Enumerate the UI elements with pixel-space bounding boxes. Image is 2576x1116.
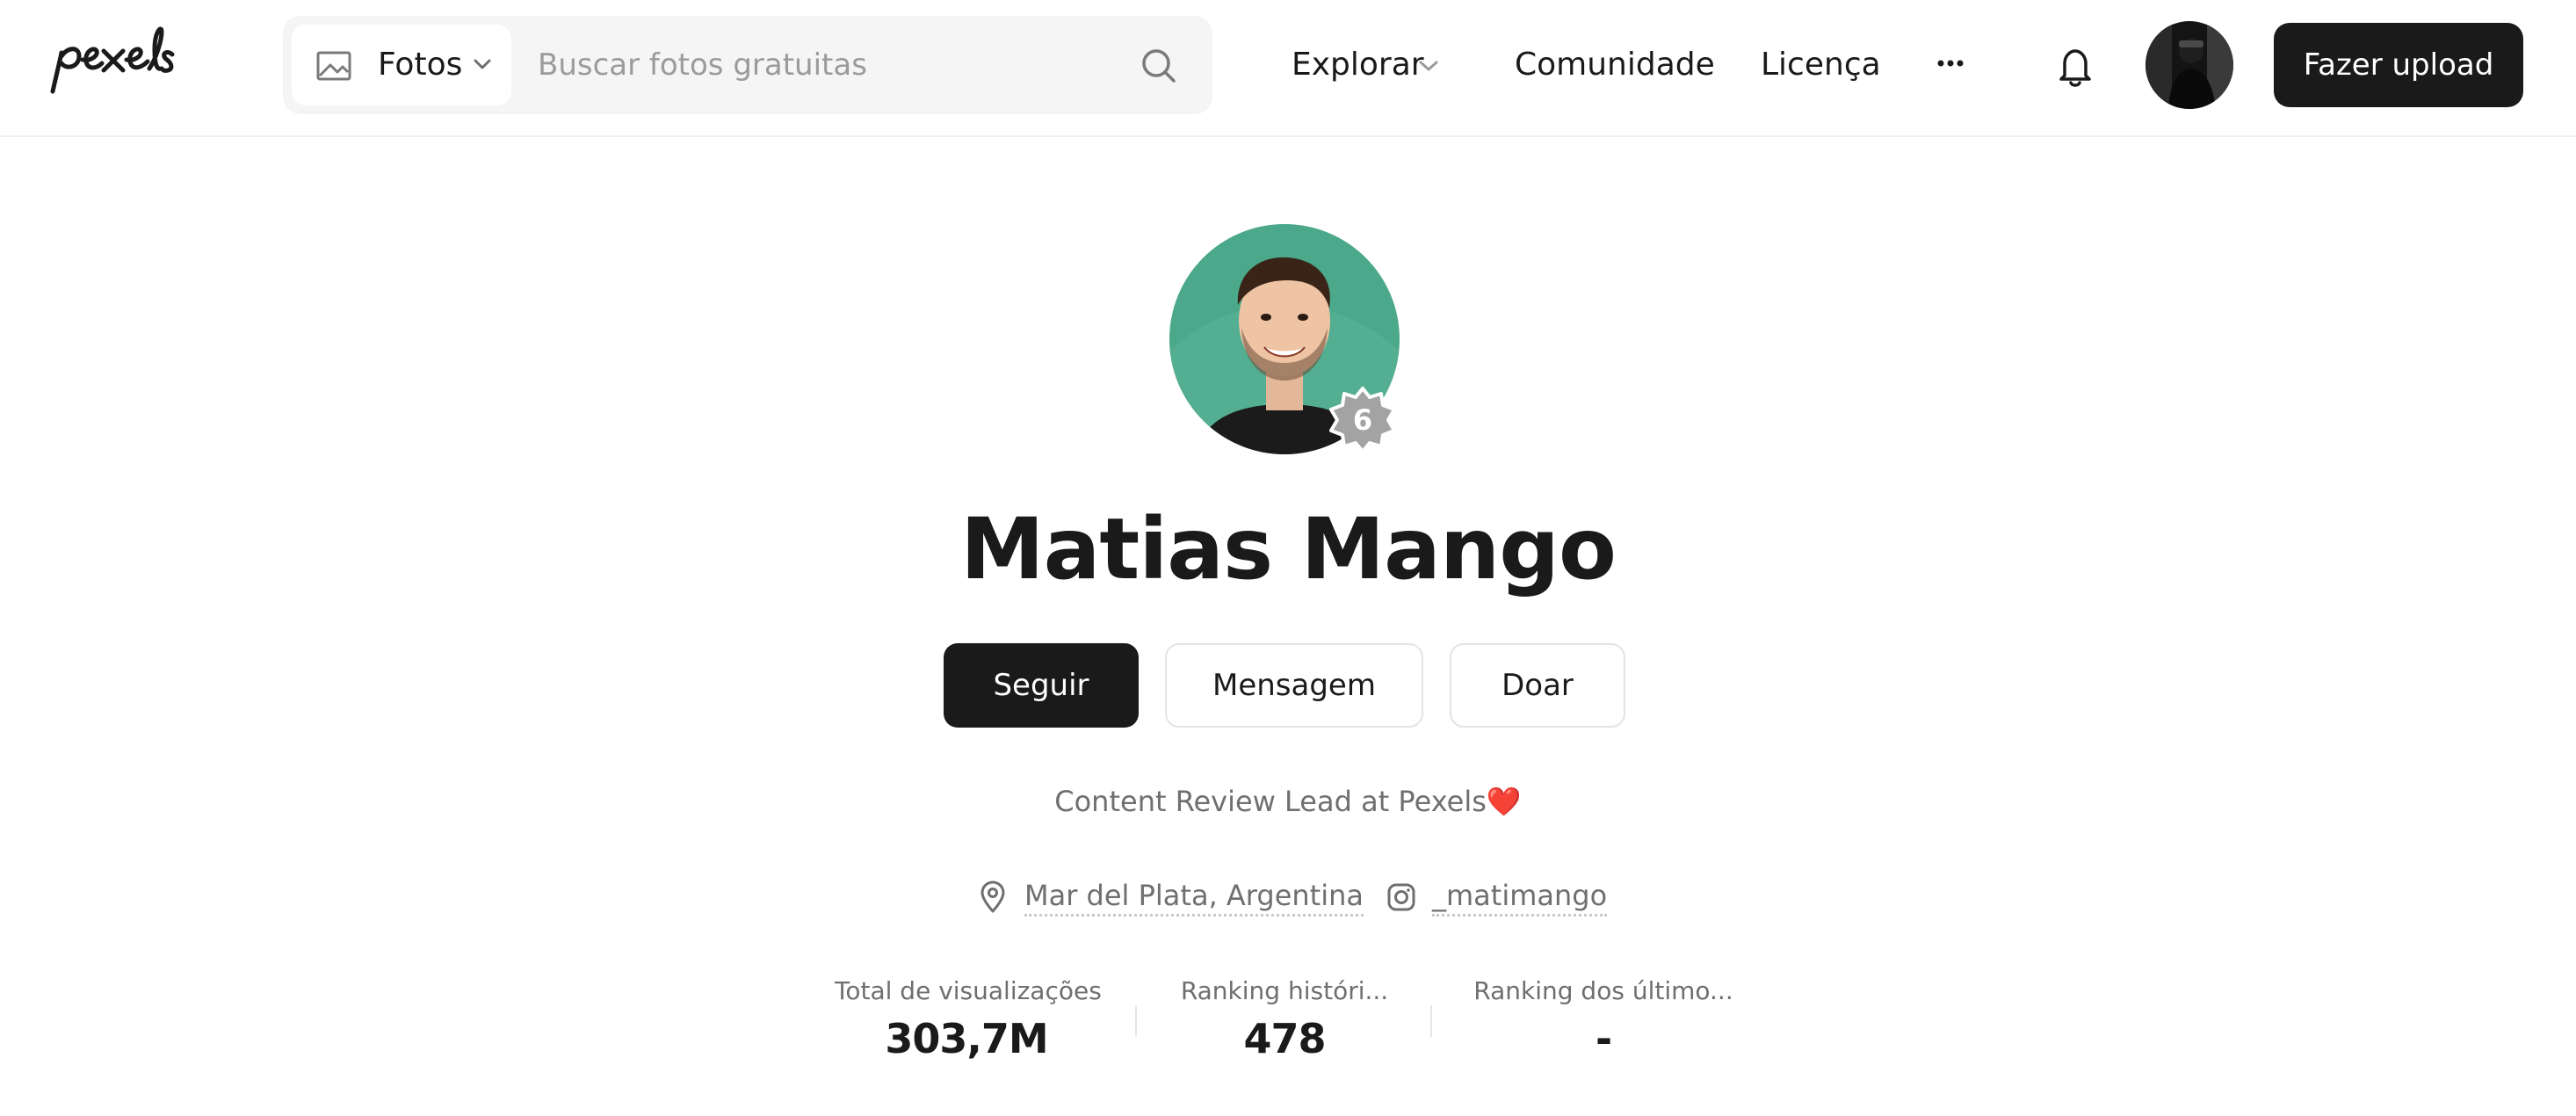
- top-navigation-bar: Fotos Explorar Comunidade Licença: [0, 0, 2576, 137]
- instagram-icon: [1387, 883, 1415, 911]
- user-avatar[interactable]: [2145, 21, 2233, 109]
- donate-button[interactable]: Doar: [1450, 643, 1625, 728]
- stat-divider: [1135, 1005, 1137, 1037]
- media-type-label: Fotos: [378, 47, 463, 83]
- follow-button[interactable]: Seguir: [944, 643, 1139, 728]
- stat-value: -: [1595, 1015, 1612, 1062]
- stat-alltime-ranking[interactable]: Ranking históri... 478: [1161, 974, 1407, 1065]
- stat-divider: [1430, 1005, 1432, 1037]
- stat-label: Total de visualizações: [835, 976, 1102, 1005]
- nav-explore[interactable]: Explorar: [1292, 46, 1424, 84]
- level-number: 6: [1352, 403, 1373, 437]
- pexels-logo-wordmark: [50, 26, 175, 94]
- location-pin-icon: [980, 880, 1005, 913]
- chevron-down-icon[interactable]: [1418, 60, 1439, 72]
- message-button[interactable]: Mensagem: [1165, 643, 1423, 728]
- search-input[interactable]: [538, 33, 1100, 97]
- stat-label: Ranking dos último...: [1473, 976, 1733, 1005]
- chevron-down-icon: [474, 59, 491, 69]
- stat-total-views: Total de visualizações 303,7M: [835, 974, 1102, 1065]
- notifications-bell-icon[interactable]: [2056, 46, 2095, 88]
- heart-emoji: ❤️: [1486, 785, 1522, 818]
- image-icon: [316, 51, 351, 81]
- pexels-logo[interactable]: [44, 23, 211, 102]
- profile-name: Matias Mango: [960, 500, 1617, 598]
- contributor-level-badge: 6: [1328, 385, 1398, 455]
- media-type-dropdown[interactable]: Fotos: [292, 25, 511, 105]
- stat-value: 478: [1243, 1015, 1326, 1062]
- nav-license[interactable]: Licença: [1761, 46, 1881, 84]
- user-avatar-image: [2145, 21, 2233, 109]
- stat-value: 303,7M: [885, 1015, 1048, 1062]
- search-bar: Fotos: [283, 16, 1212, 114]
- profile-bio: Content Review Lead at Pexels❤️: [849, 782, 1727, 821]
- search-icon[interactable]: [1140, 47, 1177, 84]
- stat-label: Ranking históri...: [1180, 976, 1389, 1005]
- nav-community[interactable]: Comunidade: [1515, 46, 1715, 84]
- more-options-icon[interactable]: [1936, 58, 1965, 69]
- instagram-handle-link[interactable]: _matimango: [1432, 877, 1608, 917]
- stat-recent-ranking[interactable]: Ranking dos último... -: [1458, 974, 1748, 1065]
- profile-location-link[interactable]: Mar del Plata, Argentina: [1024, 877, 1364, 917]
- bio-text: Content Review Lead at Pexels: [1054, 785, 1487, 818]
- upload-button[interactable]: Fazer upload: [2274, 23, 2523, 107]
